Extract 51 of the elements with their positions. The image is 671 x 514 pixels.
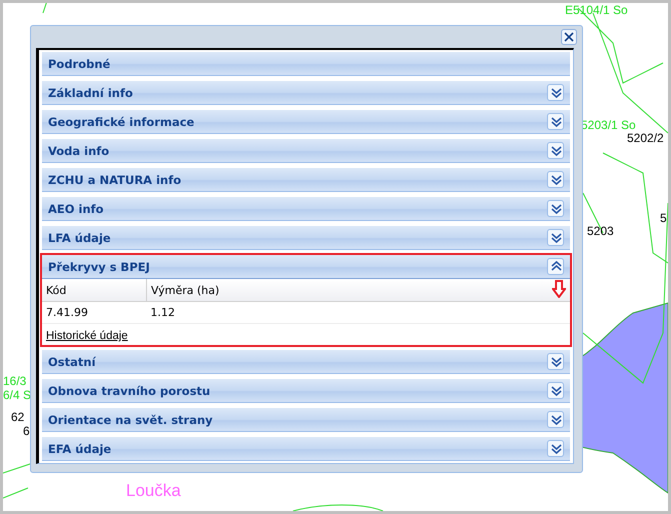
toggle-button[interactable] [547, 200, 564, 217]
toggle-button[interactable] [547, 84, 564, 101]
table-cell: 1.12 [146, 302, 542, 324]
section-title: Voda info [48, 144, 110, 158]
section-header[interactable]: EFA údaje [42, 437, 570, 461]
section-header[interactable]: ZCHU a NATURA info [42, 168, 570, 192]
section-header[interactable]: Překryvy s BPEJ [42, 255, 570, 279]
toggle-button[interactable] [547, 142, 564, 159]
parcel-label: 62 [11, 410, 24, 424]
section-title: Překryvy s BPEJ [48, 260, 150, 274]
down-arrow-icon [552, 280, 566, 298]
column-header[interactable]: Kód [42, 279, 146, 302]
parcel-label: 5202/2 [627, 131, 664, 145]
section-title: Geografické informace [48, 114, 194, 128]
close-button[interactable] [561, 29, 577, 45]
section-header[interactable]: Voda info [42, 139, 570, 163]
section-title: AEO info [48, 202, 104, 216]
section-header[interactable]: Ostatní [42, 350, 570, 374]
toggle-button[interactable] [547, 411, 564, 428]
history-link[interactable]: Historické údaje [46, 330, 128, 342]
parcel-label: 5 [660, 211, 667, 225]
section-title: Podrobné [48, 56, 110, 70]
section-header[interactable]: Orientace na svět. strany [42, 408, 570, 432]
toggle-button[interactable] [547, 171, 564, 188]
toggle-button[interactable] [547, 258, 564, 275]
toggle-button[interactable] [547, 229, 564, 246]
column-header[interactable]: Výměra (ha) [146, 279, 542, 302]
section-title: LFA údaje [48, 230, 111, 244]
section-title: Ostatní [48, 354, 96, 368]
parcel-label: 16/3 [3, 374, 26, 388]
section-header[interactable]: Podrobné [42, 52, 570, 76]
section-title: Obnova travního porostu [48, 384, 210, 398]
section-header[interactable]: LFA údaje [42, 226, 570, 250]
close-icon [564, 32, 574, 42]
section-header[interactable]: Obnova travního porostu [42, 379, 570, 403]
toggle-button[interactable] [547, 353, 564, 370]
toggle-button[interactable] [547, 382, 564, 399]
section-title: Základní info [48, 86, 133, 100]
toggle-button[interactable] [547, 113, 564, 130]
section-title: EFA údaje [48, 442, 112, 456]
place-name: Loučka [126, 481, 181, 501]
parcel-label: 6 [23, 424, 30, 438]
section-header[interactable]: Základní info [42, 81, 570, 105]
section-title: ZCHU a NATURA info [48, 172, 182, 186]
parcel-label: 5203 [587, 224, 614, 238]
toggle-button[interactable] [547, 440, 564, 457]
section-header[interactable]: AEO info [42, 197, 570, 221]
section-title: Orientace na svět. strany [48, 412, 213, 426]
section-header[interactable]: Geografické informace [42, 110, 570, 134]
parcel-label: 6/4 S [3, 388, 32, 402]
table-cell: 7.41.99 [42, 302, 146, 324]
